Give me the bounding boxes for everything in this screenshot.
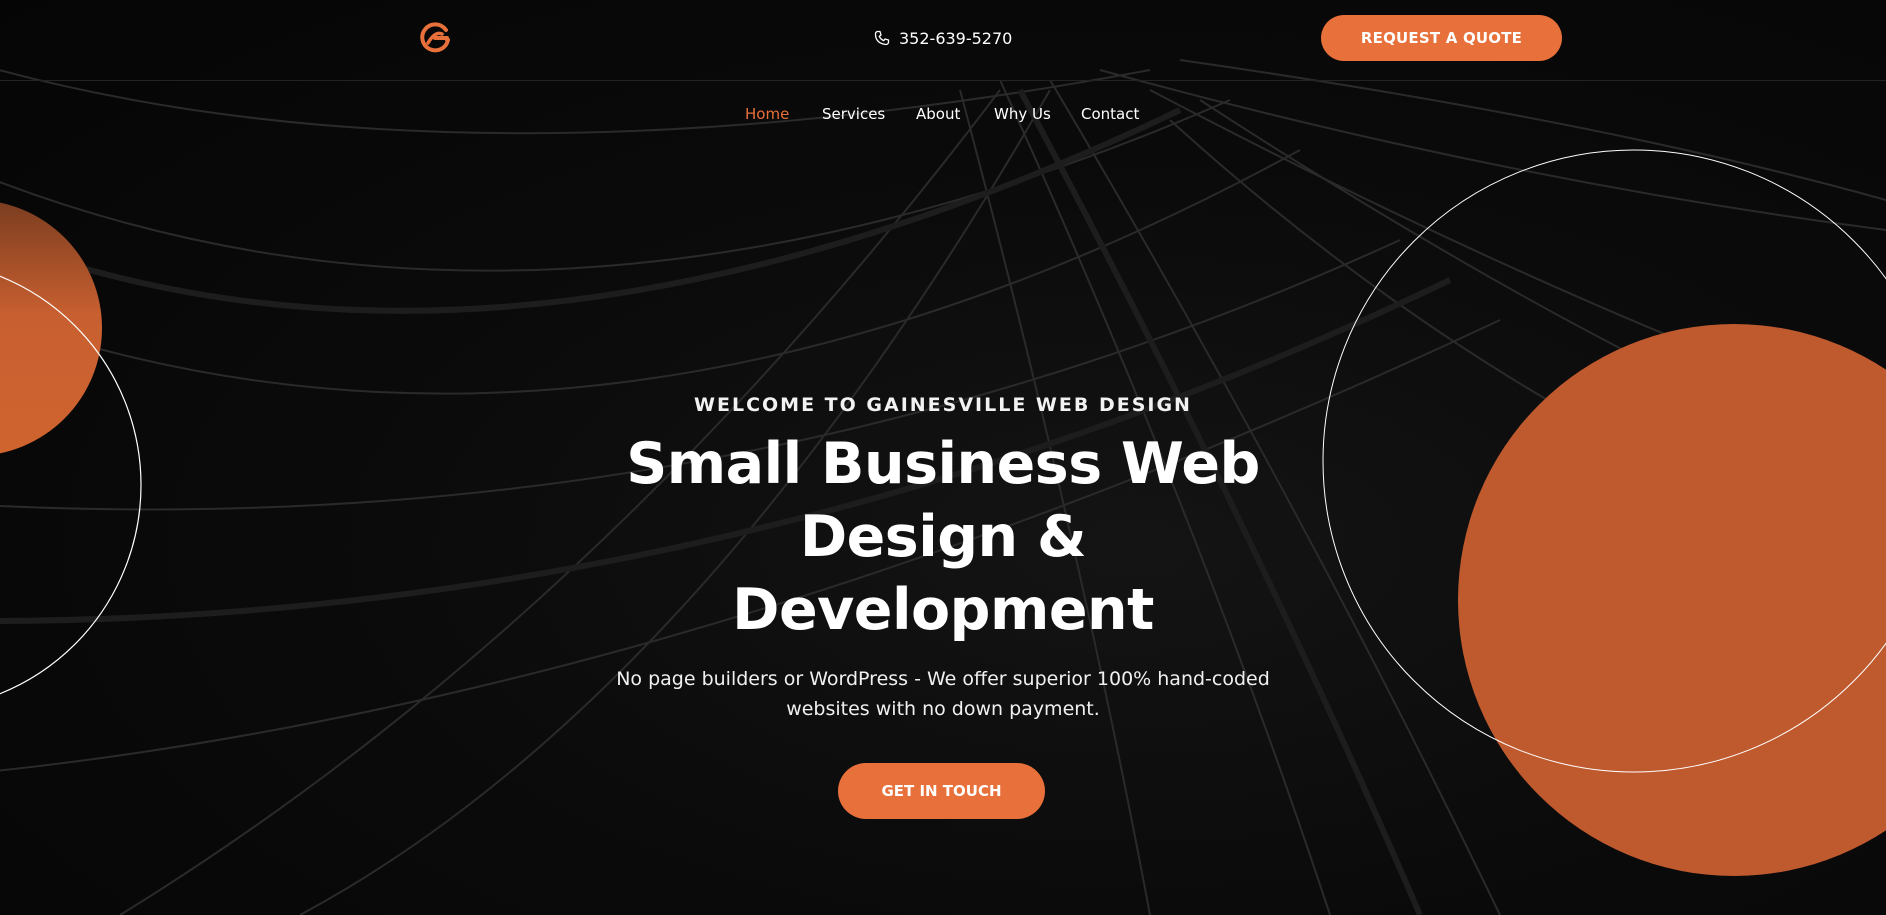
phone-link[interactable]: 352-639-5270 <box>874 26 1012 50</box>
hero-subtext: No page builders or WordPress - We offer… <box>616 668 1270 720</box>
hero-eyebrow: WELCOME TO GAINESVILLE WEB DESIGN <box>694 394 1192 416</box>
hero-headline: Small Business Web Design & Development <box>626 431 1260 643</box>
nav-services[interactable]: Services <box>822 105 885 123</box>
nav-about[interactable]: About <box>916 105 960 123</box>
g-logo-icon[interactable] <box>418 21 452 55</box>
top-bar: 352-639-5270 REQUEST A QUOTE <box>0 0 1886 81</box>
page: 352-639-5270 REQUEST A QUOTE Home Servic… <box>0 0 1886 915</box>
nav-home[interactable]: Home <box>745 105 789 123</box>
hero-section: WELCOME TO GAINESVILLE WEB DESIGN Small … <box>0 0 1886 915</box>
main-nav: Home Services About Why Us Contact <box>0 105 1886 129</box>
phone-number: 352-639-5270 <box>899 28 1013 48</box>
nav-contact[interactable]: Contact <box>1081 105 1139 123</box>
nav-why-us[interactable]: Why Us <box>994 105 1051 123</box>
get-in-touch-button[interactable]: GET IN TOUCH <box>838 763 1045 819</box>
phone-icon <box>874 30 890 46</box>
request-quote-button[interactable]: REQUEST A QUOTE <box>1321 15 1562 61</box>
